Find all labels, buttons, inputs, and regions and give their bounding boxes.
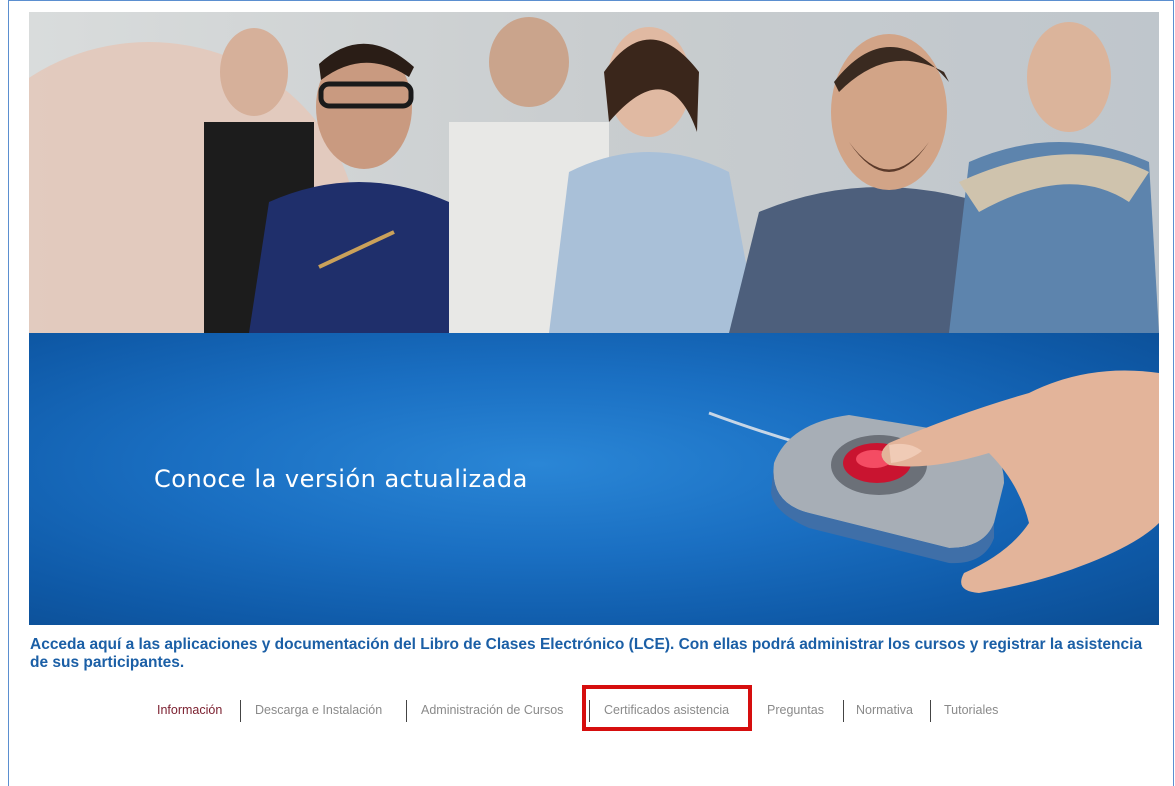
tab-separator — [406, 700, 407, 722]
tab-tutoriales[interactable]: Tutoriales — [944, 703, 998, 717]
hero-banner[interactable]: Conoce la versión actualizada — [29, 333, 1159, 625]
tab-normativa[interactable]: Normativa — [856, 703, 913, 717]
intro-text: Acceda aquí a las aplicaciones y documen… — [30, 636, 1143, 671]
highlight-box — [582, 685, 752, 731]
tab-separator — [930, 700, 931, 722]
tab-administracion-cursos[interactable]: Administración de Cursos — [421, 703, 563, 717]
fingerprint-reader-image — [708, 370, 1159, 593]
tab-informacion[interactable]: Información — [157, 703, 222, 717]
tab-separator — [843, 700, 844, 722]
tab-separator — [240, 700, 241, 722]
hero-photo-students — [29, 12, 1159, 333]
tab-descarga-instalacion[interactable]: Descarga e Instalación — [255, 703, 382, 717]
tab-preguntas[interactable]: Preguntas — [767, 703, 824, 717]
